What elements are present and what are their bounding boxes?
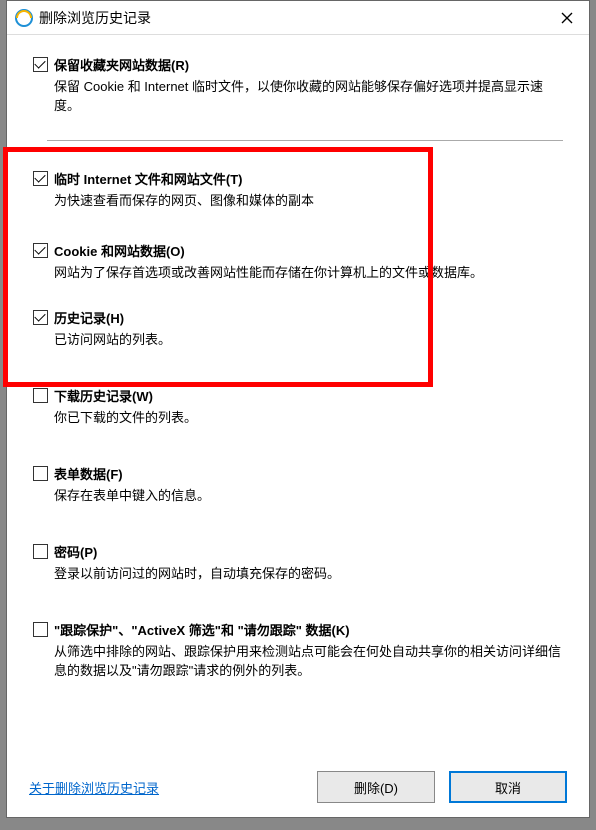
- option-label: 下载历史记录(W): [54, 386, 153, 405]
- option-label: 表单数据(F): [54, 464, 123, 483]
- option-tracking-protection: "跟踪保护"、"ActiveX 筛选"和 "请勿跟踪" 数据(K) 从筛选中排除…: [33, 620, 563, 681]
- option-desc: 保留 Cookie 和 Internet 临时文件，以使你收藏的网站能够保存偏好…: [54, 78, 563, 116]
- checkbox-history[interactable]: [33, 310, 48, 325]
- checkbox-tracking-protection[interactable]: [33, 622, 48, 637]
- checkbox-passwords[interactable]: [33, 544, 48, 559]
- option-cookies: Cookie 和网站数据(O) 网站为了保存首选项或改善网站性能而存储在你计算机…: [33, 241, 563, 283]
- option-label: Cookie 和网站数据(O): [54, 241, 185, 260]
- option-temp-files: 临时 Internet 文件和网站文件(T) 为快速查看而保存的网页、图像和媒体…: [33, 169, 563, 211]
- option-desc: 你已下载的文件的列表。: [54, 409, 563, 428]
- cancel-button[interactable]: 取消: [449, 771, 567, 803]
- bottom-bar: 关于删除浏览历史记录 删除(D) 取消: [7, 771, 589, 803]
- option-label: "跟踪保护"、"ActiveX 筛选"和 "请勿跟踪" 数据(K): [54, 620, 350, 639]
- checkbox-form-data[interactable]: [33, 466, 48, 481]
- option-desc: 为快速查看而保存的网页、图像和媒体的副本: [54, 192, 563, 211]
- option-desc: 已访问网站的列表。: [54, 331, 563, 350]
- option-download-history: 下载历史记录(W) 你已下载的文件的列表。: [33, 386, 563, 428]
- option-label: 临时 Internet 文件和网站文件(T): [54, 169, 243, 188]
- checkbox-temp-files[interactable]: [33, 171, 48, 186]
- checkbox-cookies[interactable]: [33, 243, 48, 258]
- checkbox-download-history[interactable]: [33, 388, 48, 403]
- button-label: 取消: [495, 778, 521, 797]
- option-history: 历史记录(H) 已访问网站的列表。: [33, 308, 563, 350]
- option-desc: 从筛选中排除的网站、跟踪保护用来检测站点可能会在何处自动共享你的相关访问详细信息…: [54, 643, 563, 681]
- checkbox-preserve-favorites[interactable]: [33, 57, 48, 72]
- option-form-data: 表单数据(F) 保存在表单中键入的信息。: [33, 464, 563, 506]
- delete-history-dialog: 删除浏览历史记录 保留收藏夹网站数据(R) 保留 Cookie 和 Intern…: [6, 0, 590, 818]
- option-label: 历史记录(H): [54, 308, 124, 327]
- option-preserve-favorites: 保留收藏夹网站数据(R) 保留 Cookie 和 Internet 临时文件，以…: [33, 55, 563, 116]
- option-desc: 保存在表单中键入的信息。: [54, 487, 563, 506]
- option-label: 保留收藏夹网站数据(R): [54, 55, 189, 74]
- learn-more-link[interactable]: 关于删除浏览历史记录: [29, 778, 303, 797]
- option-desc: 网站为了保存首选项或改善网站性能而存储在你计算机上的文件或数据库。: [54, 264, 563, 283]
- titlebar: 删除浏览历史记录: [7, 1, 589, 35]
- internet-explorer-icon: [15, 9, 33, 27]
- button-label: 删除(D): [354, 778, 398, 797]
- dialog-title: 删除浏览历史记录: [39, 8, 545, 28]
- option-label: 密码(P): [54, 542, 97, 561]
- content-area: 保留收藏夹网站数据(R) 保留 Cookie 和 Internet 临时文件，以…: [7, 35, 589, 680]
- delete-button[interactable]: 删除(D): [317, 771, 435, 803]
- option-desc: 登录以前访问过的网站时，自动填充保存的密码。: [54, 565, 563, 584]
- option-passwords: 密码(P) 登录以前访问过的网站时，自动填充保存的密码。: [33, 542, 563, 584]
- close-button[interactable]: [545, 1, 589, 35]
